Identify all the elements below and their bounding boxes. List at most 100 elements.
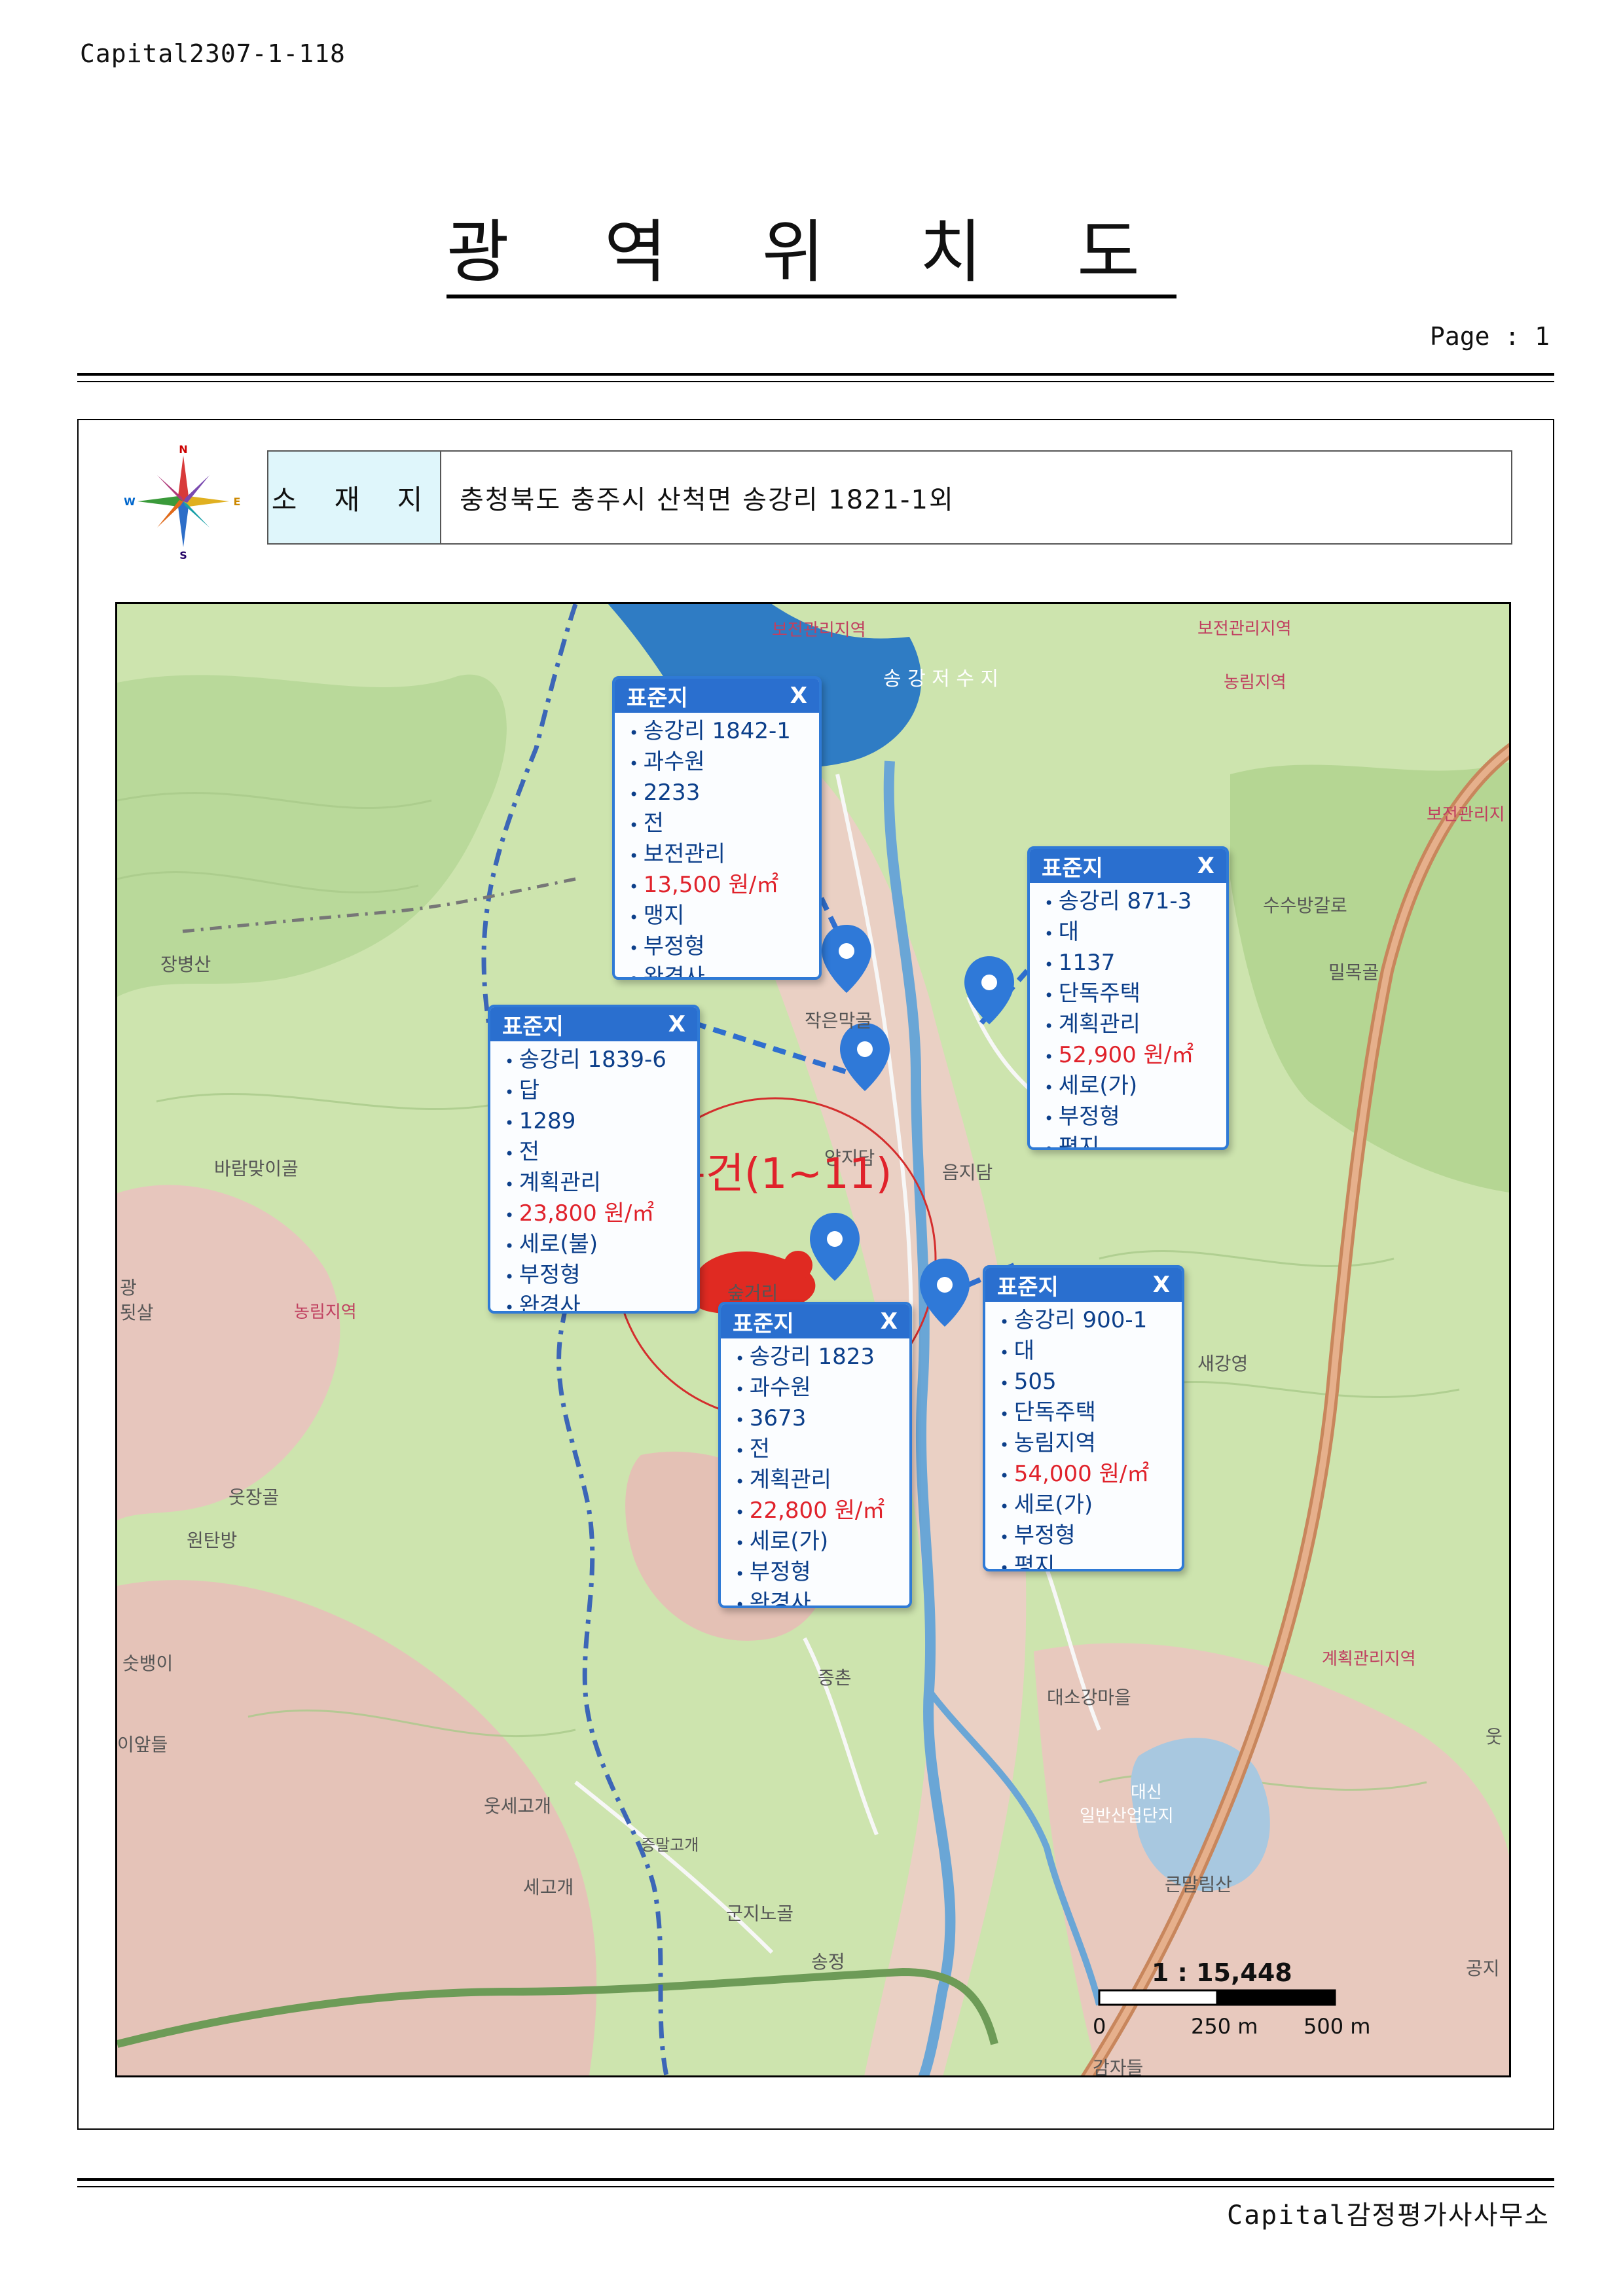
place-label: 계획관리지역 [1322, 1649, 1416, 1669]
standard-land-item: 단독주택 [1044, 979, 1226, 1010]
standard-land-item: 계획관리 [505, 1168, 697, 1199]
regional-map: 보전관리지역 송 강 저 수 지 보전관리지역 농림지역 보전관리지 수수방갈로… [115, 602, 1511, 2077]
compass-n: N [179, 443, 187, 456]
place-label: 군지노골 [726, 1903, 793, 1924]
place-label: 바람맞이골 [214, 1158, 299, 1179]
standard-land-item: 505 [1000, 1367, 1182, 1398]
place-label: 웃 [1486, 1726, 1503, 1748]
standard-land-item: 과수원 [735, 1373, 909, 1404]
standard-land-card[interactable]: 표준지X 송강리 900-1 대 505 단독주택 농림지역 54,000 원/… [983, 1265, 1184, 1571]
page-title-text: 광 역 위 치 도 [447, 212, 1176, 298]
standard-land-item: 송강리 1823 [735, 1342, 909, 1373]
location-box: 소 재 지 충청북도 충주시 산척면 송강리 1821-1외 [267, 450, 1512, 545]
place-label: 웃세고개 [484, 1795, 551, 1817]
standard-land-item: 평지 [1000, 1552, 1182, 1569]
scale-tick: 250 m [1191, 2014, 1258, 2039]
standard-land-item: 평지 [1044, 1133, 1226, 1147]
standard-land-item: 송강리 1842-1 [629, 717, 819, 747]
standard-land-item: 단독주택 [1000, 1398, 1182, 1429]
place-label: 밀목골 [1328, 961, 1379, 983]
standard-land-price: 54,000 원/㎡ [1000, 1460, 1182, 1490]
place-label: 송정 [811, 1951, 845, 1973]
close-icon[interactable]: X [668, 1011, 685, 1037]
standard-land-price: 22,800 원/㎡ [735, 1496, 909, 1527]
standard-land-item: 맹지 [629, 901, 819, 932]
compass-rose-icon: N S E W [124, 443, 241, 560]
standard-land-card-header: 표준지 X [490, 1007, 697, 1041]
standard-land-item: 1289 [505, 1107, 697, 1138]
place-label: 새강영 [1197, 1353, 1248, 1374]
place-label: 수수방갈로 [1263, 895, 1347, 916]
subject-label: 본건(1~11) [667, 1150, 892, 1198]
standard-land-card-header: 표준지 X [1030, 849, 1226, 883]
standard-land-card[interactable]: 표준지X 송강리 1842-1 과수원 2233 전 보전관리 13,500 원… [612, 676, 822, 980]
standard-land-card-header: 표준지 X [721, 1304, 909, 1338]
standard-land-card[interactable]: 표준지X 송강리 1823 과수원 3673 전 계획관리 22,800 원/㎡… [718, 1302, 912, 1608]
standard-land-item: 세로(불) [505, 1230, 697, 1261]
scale-tick: 500 m [1304, 2014, 1370, 2039]
place-label: 이앞들 [117, 1734, 168, 1755]
standard-land-item: 대 [1000, 1336, 1182, 1367]
standard-land-card[interactable]: 표준지X 송강리 871-3 대 1137 단독주택 계획관리 52,900 원… [1027, 846, 1229, 1150]
standard-land-card[interactable]: 표준지X 송강리 1839-6 답 1289 전 계획관리 23,800 원/㎡… [488, 1005, 700, 1314]
standard-land-item: 완경사 [629, 963, 819, 977]
place-label: 농림지역 [294, 1302, 357, 1322]
place-label: 음지담 [942, 1162, 993, 1183]
standard-land-item: 전 [735, 1435, 909, 1465]
page-title: 광 역 위 치 도 [0, 196, 1623, 298]
scale-tick: 0 [1093, 2014, 1106, 2039]
place-label: 숲거리 [727, 1282, 778, 1304]
standard-land-item: 보전관리 [629, 840, 819, 870]
standard-land-card-header: 표준지 X [985, 1268, 1182, 1302]
scale-ratio: 1 : 15,448 [1152, 1958, 1292, 1987]
close-icon[interactable]: X [790, 683, 807, 709]
standard-land-price: 13,500 원/㎡ [629, 870, 819, 901]
standard-land-item: 전 [629, 809, 819, 840]
compass-e: E [234, 495, 241, 508]
page-number: Page : 1 [1429, 322, 1550, 351]
close-icon[interactable]: X [881, 1308, 898, 1335]
standard-land-item: 부정형 [735, 1558, 909, 1588]
place-label: 일반산업단지 [1080, 1806, 1174, 1826]
standard-land-item: 완경사 [505, 1291, 697, 1311]
standard-land-item: 부정형 [1000, 1521, 1182, 1552]
standard-land-item: 농림지역 [1000, 1429, 1182, 1460]
standard-land-item: 대 [1044, 918, 1226, 948]
header-rule [77, 373, 1554, 382]
close-icon[interactable]: X [1197, 853, 1214, 879]
standard-land-price: 52,900 원/㎡ [1044, 1041, 1226, 1071]
standard-land-item: 부정형 [505, 1261, 697, 1291]
standard-land-item: 계획관리 [1044, 1010, 1226, 1041]
place-label: 대신 [1131, 1783, 1162, 1803]
place-label: 됫살 [120, 1302, 154, 1323]
place-label: 증말고개 [641, 1836, 699, 1854]
standard-land-item: 부정형 [1044, 1102, 1226, 1133]
close-icon[interactable]: X [1153, 1272, 1170, 1298]
standard-land-item: 전 [505, 1138, 697, 1168]
standard-land-item: 답 [505, 1076, 697, 1107]
standard-land-item: 완경사 [735, 1588, 909, 1605]
place-label: 세고개 [523, 1876, 574, 1898]
document-id: Capital2307-1-118 [80, 39, 346, 68]
place-label: 원탄방 [187, 1530, 237, 1551]
location-label: 소 재 지 [268, 452, 441, 543]
standard-land-item: 과수원 [629, 747, 819, 778]
standard-land-item: 2233 [629, 778, 819, 809]
standard-land-item: 3673 [735, 1404, 909, 1435]
standard-land-price: 23,800 원/㎡ [505, 1199, 697, 1230]
standard-land-item: 송강리 871-3 [1044, 887, 1226, 918]
place-label: 대소강마을 [1047, 1687, 1131, 1708]
footer-office-name: Capital감정평가사사무소 [1227, 2200, 1550, 2231]
place-label: 작은막골 [805, 1010, 872, 1031]
compass-w: W [124, 495, 136, 508]
compass-s: S [179, 549, 187, 560]
standard-land-item: 세로(가) [1044, 1071, 1226, 1102]
place-label: 장병산 [160, 954, 211, 975]
place-label: 농림지역 [1224, 673, 1286, 692]
location-value: 충청북도 충주시 산척면 송강리 1821-1외 [460, 485, 955, 515]
standard-land-item: 계획관리 [735, 1465, 909, 1496]
place-label: 공지 [1466, 1958, 1500, 1979]
place-label: 숫뱅이 [122, 1653, 173, 1674]
place-label: 보전관리지 [1427, 805, 1505, 825]
standard-land-card-header: 표준지 X [615, 679, 819, 713]
